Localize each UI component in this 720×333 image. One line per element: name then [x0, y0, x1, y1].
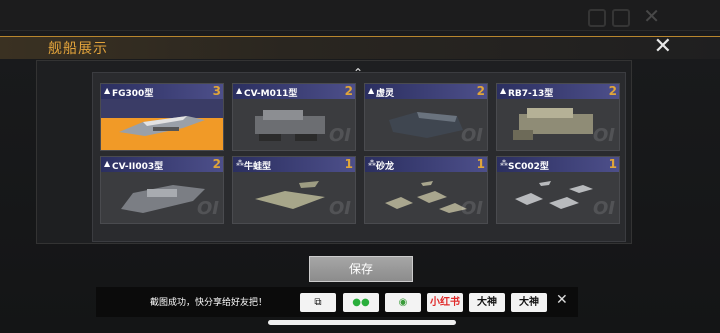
- count-badge: 1: [608, 157, 617, 171]
- xiaohongshu-button[interactable]: 小红书: [427, 293, 463, 312]
- ship-card[interactable]: ▲ CV-II003型 2 OI: [100, 156, 224, 224]
- watermark-logo: OI: [461, 198, 483, 219]
- share-bar: 截图成功，快分享给好友把！ ⧉ ●● ◉ 小红书 大神 大神 ✕: [96, 287, 578, 317]
- watermark-logo: OI: [461, 125, 483, 146]
- ship-name: SC002型: [508, 162, 549, 172]
- count-badge: 2: [212, 157, 221, 171]
- watermark-logo: OI: [329, 125, 351, 146]
- ship-image: [513, 108, 593, 140]
- ship-card[interactable]: ▲ CV-M011型 2 OI: [232, 83, 356, 151]
- xiaohongshu-logo: 小红书: [430, 297, 460, 308]
- watermark-logo: OI: [593, 125, 615, 146]
- rank-icon: ⁂: [368, 159, 376, 168]
- top-bar: ✕: [0, 0, 720, 31]
- watermark-logo: OI: [197, 198, 219, 219]
- ship-card[interactable]: ⁂ SC002型 1 OI: [496, 156, 620, 224]
- watermark-logo: OI: [593, 198, 615, 219]
- count-badge: 1: [476, 157, 485, 171]
- count-badge: 1: [344, 157, 353, 171]
- count-badge: 2: [608, 84, 617, 98]
- share-message: 截图成功，快分享给好友把！: [150, 298, 268, 308]
- chevron-up-icon[interactable]: ⌃: [353, 66, 363, 80]
- ship-image: [389, 112, 463, 138]
- ship-name: 虚灵: [376, 89, 395, 99]
- home-indicator[interactable]: [268, 320, 456, 325]
- ship-card[interactable]: ⁂ 牛蛙型 1 OI: [232, 156, 356, 224]
- ship-card[interactable]: ▲ RB7-13型 2 OI: [496, 83, 620, 151]
- wechat-icon: ●●: [352, 297, 370, 308]
- ship-name: CV-M011型: [244, 89, 298, 99]
- dashen-button[interactable]: 大神: [469, 293, 505, 312]
- ship-image: [119, 116, 205, 136]
- save-button[interactable]: 保存: [309, 256, 413, 282]
- rank-icon: ▲: [104, 86, 111, 95]
- dashen-games-logo: 大神: [519, 297, 539, 308]
- ship-card[interactable]: ▲ FG300型 3: [100, 83, 224, 151]
- ship-name: CV-II003型: [112, 162, 164, 172]
- ship-image: [121, 185, 205, 213]
- screen-icon: ⧉: [314, 297, 322, 308]
- ship-name: 砂龙: [376, 162, 395, 172]
- close-icon[interactable]: ✕: [556, 292, 568, 308]
- share-icon[interactable]: [588, 9, 606, 27]
- dashen-games-button[interactable]: 大神: [511, 293, 547, 312]
- edit-icon[interactable]: [612, 9, 630, 27]
- rank-icon: ▲: [500, 86, 507, 95]
- rank-icon: ▲: [368, 86, 375, 95]
- close-button[interactable]: ✕: [654, 36, 672, 58]
- dashen-logo: 大神: [477, 297, 497, 308]
- ship-image: [515, 181, 593, 209]
- moments-button[interactable]: ◉: [385, 293, 421, 312]
- rank-icon: ⁂: [500, 159, 508, 168]
- count-badge: 3: [212, 84, 221, 98]
- count-badge: 2: [344, 84, 353, 98]
- ship-name: 牛蛙型: [244, 162, 272, 172]
- moments-icon: ◉: [398, 297, 408, 308]
- ship-image: [255, 181, 325, 209]
- watermark-logo: OI: [329, 198, 351, 219]
- rank-icon: ⁂: [236, 159, 244, 168]
- window-title: 舰船展示: [48, 41, 108, 57]
- rank-icon: ▲: [236, 86, 243, 95]
- ship-image: [385, 181, 467, 213]
- ship-card[interactable]: ⁂ 砂龙 1 OI: [364, 156, 488, 224]
- wechat-button[interactable]: ●●: [343, 293, 379, 312]
- screen-share-button[interactable]: ⧉: [300, 293, 336, 312]
- close-icon[interactable]: ✕: [643, 4, 660, 28]
- window-header: [0, 36, 720, 59]
- ship-name: FG300型: [112, 89, 154, 99]
- rank-icon: ▲: [104, 159, 111, 168]
- ship-name: RB7-13型: [508, 89, 554, 99]
- count-badge: 2: [476, 84, 485, 98]
- ship-image: [255, 110, 325, 141]
- ship-card[interactable]: ▲ 虚灵 2 OI: [364, 83, 488, 151]
